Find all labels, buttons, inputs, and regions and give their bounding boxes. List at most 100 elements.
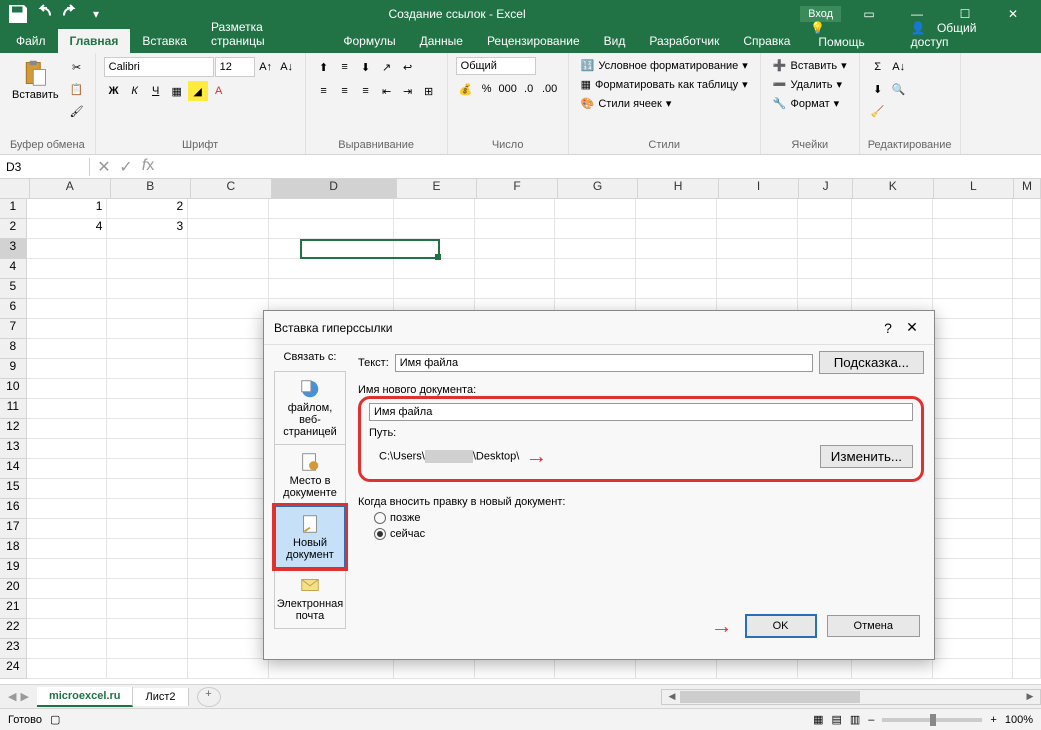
decrease-indent-icon[interactable]: ⇤ <box>377 81 397 101</box>
cell[interactable] <box>27 339 108 359</box>
number-format-combo[interactable] <box>456 57 536 75</box>
align-bottom-icon[interactable]: ⬇ <box>356 57 376 77</box>
cell[interactable] <box>188 199 269 219</box>
cell[interactable] <box>1013 399 1041 419</box>
view-layout-icon[interactable]: ▤ <box>831 713 841 726</box>
cell[interactable] <box>27 439 108 459</box>
cell[interactable] <box>269 219 394 239</box>
cell[interactable] <box>1013 479 1041 499</box>
cell[interactable] <box>1013 419 1041 439</box>
increase-indent-icon[interactable]: ⇥ <box>398 81 418 101</box>
cell[interactable] <box>475 219 556 239</box>
cell[interactable] <box>107 439 188 459</box>
screentip-button[interactable]: Подсказка... <box>819 351 924 374</box>
cell[interactable] <box>188 299 269 319</box>
tab-review[interactable]: Рецензирование <box>475 29 592 53</box>
add-sheet-button[interactable]: + <box>197 687 221 707</box>
tab-layout[interactable]: Разметка страницы <box>199 15 331 53</box>
tab-formulas[interactable]: Формулы <box>331 29 407 53</box>
cell[interactable] <box>933 259 1014 279</box>
orientation-icon[interactable]: ↗ <box>377 57 397 77</box>
cell[interactable] <box>555 659 636 679</box>
cell[interactable] <box>107 319 188 339</box>
cell[interactable] <box>27 519 108 539</box>
undo-icon[interactable] <box>32 2 56 26</box>
cell[interactable] <box>107 579 188 599</box>
cell[interactable] <box>27 379 108 399</box>
currency-icon[interactable]: 💰 <box>456 79 476 99</box>
align-center-icon[interactable]: ≡ <box>335 81 355 101</box>
cell[interactable] <box>27 599 108 619</box>
sheet-tab-2[interactable]: Лист2 <box>133 688 188 706</box>
cell[interactable] <box>27 359 108 379</box>
row-header[interactable]: 24 <box>0 659 27 679</box>
radio-now[interactable]: сейчас <box>374 528 924 540</box>
cell[interactable] <box>188 459 269 479</box>
cell[interactable] <box>107 659 188 679</box>
cell[interactable] <box>1013 459 1041 479</box>
row-header[interactable]: 3 <box>0 239 27 259</box>
comma-icon[interactable]: 000 <box>498 79 518 99</box>
format-as-table-button[interactable]: ▦ Форматировать как таблицу ▾ <box>577 76 752 93</box>
cell[interactable] <box>636 219 717 239</box>
cell[interactable] <box>555 279 636 299</box>
cell[interactable] <box>933 399 1014 419</box>
cell[interactable] <box>475 659 556 679</box>
row-header[interactable]: 10 <box>0 379 27 399</box>
font-color-icon[interactable]: A <box>209 81 229 101</box>
cell[interactable] <box>188 619 269 639</box>
cell[interactable] <box>555 259 636 279</box>
share-button[interactable]: 👤 Общий доступ <box>903 17 1033 53</box>
decrease-decimal-icon[interactable]: .00 <box>540 79 560 99</box>
cell[interactable] <box>188 639 269 659</box>
ok-button[interactable]: OK <box>745 614 817 638</box>
cell[interactable] <box>107 419 188 439</box>
row-header[interactable]: 15 <box>0 479 27 499</box>
cell[interactable] <box>1013 579 1041 599</box>
cell[interactable] <box>188 239 269 259</box>
cell-styles-button[interactable]: 🎨 Стили ячеек ▾ <box>577 95 676 112</box>
row-header[interactable]: 22 <box>0 619 27 639</box>
zoom-slider[interactable] <box>882 718 982 722</box>
dialog-titlebar[interactable]: Вставка гиперссылки ? ✕ <box>264 311 934 345</box>
cell[interactable] <box>1013 619 1041 639</box>
cell[interactable] <box>107 539 188 559</box>
view-pagebreak-icon[interactable]: ▥ <box>850 713 860 726</box>
name-box[interactable]: D3 <box>0 158 90 176</box>
col-header[interactable]: B <box>111 179 192 198</box>
link-opt-newdoc[interactable]: Новый документ <box>274 505 346 569</box>
cell[interactable] <box>933 499 1014 519</box>
cell[interactable] <box>188 559 269 579</box>
change-path-button[interactable]: Изменить... <box>820 445 913 468</box>
cell[interactable] <box>636 259 717 279</box>
cell[interactable] <box>107 519 188 539</box>
cell[interactable] <box>27 659 108 679</box>
font-name-combo[interactable] <box>104 57 214 77</box>
cell[interactable] <box>717 259 798 279</box>
row-header[interactable]: 19 <box>0 559 27 579</box>
cell[interactable] <box>107 299 188 319</box>
row-header[interactable]: 11 <box>0 399 27 419</box>
select-all-corner[interactable] <box>0 179 30 199</box>
newdoc-name-input[interactable] <box>369 403 913 421</box>
cell[interactable] <box>394 219 475 239</box>
format-cells-button[interactable]: 🔧 Формат ▾ <box>769 95 843 112</box>
row-header[interactable]: 5 <box>0 279 27 299</box>
cell[interactable] <box>107 479 188 499</box>
col-header[interactable]: J <box>799 179 853 198</box>
copy-icon[interactable]: 📋 <box>67 79 87 99</box>
tab-data[interactable]: Данные <box>408 29 475 53</box>
cell[interactable] <box>394 279 475 299</box>
cell[interactable] <box>933 659 1014 679</box>
align-middle-icon[interactable]: ≡ <box>335 57 355 77</box>
conditional-formatting-button[interactable]: 🔢 Условное форматирование ▾ <box>577 57 752 74</box>
link-opt-email[interactable]: Электронная почта <box>275 568 345 628</box>
cell[interactable] <box>27 259 108 279</box>
cell[interactable] <box>394 659 475 679</box>
cell[interactable] <box>188 579 269 599</box>
cell[interactable] <box>717 219 798 239</box>
italic-button[interactable]: К <box>125 81 145 101</box>
cell[interactable] <box>852 279 933 299</box>
cell[interactable] <box>852 659 933 679</box>
align-right-icon[interactable]: ≡ <box>356 81 376 101</box>
